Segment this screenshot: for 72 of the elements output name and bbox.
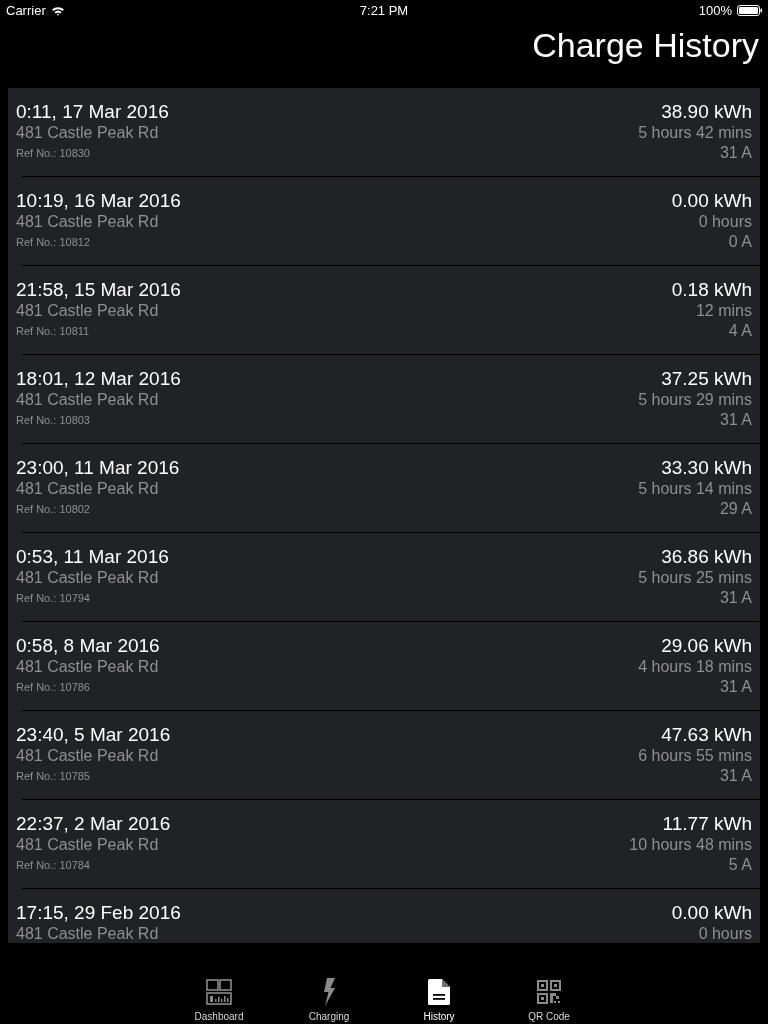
address-text: 481 Castle Peak Rd	[16, 835, 160, 855]
clock-time: 7:21 PM	[359, 2, 409, 18]
duration-text: 5 hours 42 mins	[638, 123, 752, 143]
date-time-text: 22:37, 2 Mar 2016	[16, 812, 171, 835]
energy-text: 0.18 kWh	[671, 278, 752, 301]
current-text: 31 A	[719, 143, 752, 163]
battery-icon	[737, 4, 762, 16]
energy-text: 47.63 kWh	[661, 723, 752, 746]
date-time-text: 0:58, 8 Mar 2016	[16, 634, 160, 657]
reference-number: Ref No.: 10785	[16, 769, 91, 784]
address-text: 481 Castle Peak Rd	[16, 924, 160, 943]
reference-number: Ref No.: 10794	[16, 591, 91, 606]
duration-text: 4 hours 18 mins	[638, 657, 752, 677]
tab-button[interactable]: QR Code	[494, 975, 604, 1024]
duration-text: 0 hours	[698, 212, 752, 232]
carrier-name: Carrier	[6, 2, 46, 18]
date-time-text: 23:00, 11 Mar 2016	[16, 456, 180, 479]
reference-number: Ref No.: 10786	[16, 680, 91, 695]
date-time-text: 17:15, 29 Feb 2016	[16, 901, 181, 924]
address-text: 481 Castle Peak Rd	[16, 657, 160, 677]
tab-button[interactable]: Charging	[274, 975, 384, 1024]
lightning-bolt-icon	[321, 978, 337, 1006]
reference-number: Ref No.: 10802	[16, 502, 91, 517]
energy-text: 37.25 kWh	[661, 367, 752, 390]
address-text: 481 Castle Peak Rd	[16, 568, 160, 588]
energy-text: 29.06 kWh	[661, 634, 752, 657]
current-text: 0 A	[728, 232, 752, 252]
qr-code-icon	[537, 980, 561, 1004]
duration-text: 0 hours	[698, 924, 752, 943]
reference-number: Ref No.: 10784	[16, 858, 91, 873]
address-text: 481 Castle Peak Rd	[16, 212, 160, 232]
tab-button[interactable]: Dashboard	[164, 975, 274, 1024]
wifi-icon	[50, 4, 65, 16]
duration-text: 6 hours 55 mins	[638, 746, 752, 766]
address-text: 481 Castle Peak Rd	[16, 479, 160, 499]
current-text: 29 A	[719, 499, 752, 519]
address-text: 481 Castle Peak Rd	[16, 301, 160, 321]
duration-text: 5 hours 25 mins	[638, 568, 752, 588]
date-time-text: 21:58, 15 Mar 2016	[16, 278, 181, 301]
energy-text: 0.00 kWh	[671, 901, 752, 924]
date-time-text: 18:01, 12 Mar 2016	[16, 367, 181, 390]
energy-text: 0.00 kWh	[671, 189, 752, 212]
reference-number: Ref No.: 10811	[16, 324, 91, 339]
document-icon	[428, 979, 450, 1005]
duration-text: 5 hours 14 mins	[638, 479, 752, 499]
page-title: Charge History	[532, 25, 759, 66]
date-time-text: 23:40, 5 Mar 2016	[16, 723, 171, 746]
date-time-text: 0:53, 11 Mar 2016	[16, 545, 169, 568]
current-text: 4 A	[728, 321, 752, 341]
energy-text: 38.90 kWh	[661, 100, 752, 123]
energy-text: 36.86 kWh	[661, 545, 752, 568]
address-text: 481 Castle Peak Rd	[16, 746, 160, 766]
address-text: 481 Castle Peak Rd	[16, 123, 160, 143]
date-time-text: 10:19, 16 Mar 2016	[16, 189, 181, 212]
energy-text: 33.30 kWh	[661, 456, 752, 479]
current-text: 31 A	[719, 677, 752, 697]
reference-number: Ref No.: 10812	[16, 235, 91, 250]
dashboard-icon	[206, 979, 232, 1005]
battery-percentage: 100%	[698, 2, 732, 18]
current-text: 31 A	[719, 766, 752, 786]
reference-number: Ref No.: 10830	[16, 146, 91, 161]
address-text: 481 Castle Peak Rd	[16, 390, 160, 410]
date-time-text: 0:11, 17 Mar 2016	[16, 100, 169, 123]
current-text: 31 A	[719, 588, 752, 608]
duration-text: 10 hours 48 mins	[629, 835, 752, 855]
current-text: 31 A	[719, 410, 752, 430]
duration-text: 12 mins	[695, 301, 752, 321]
tab-button[interactable]: History	[384, 975, 494, 1024]
reference-number: Ref No.: 10803	[16, 413, 91, 428]
current-text: 5 A	[728, 855, 752, 875]
energy-text: 11.77 kWh	[662, 812, 752, 835]
duration-text: 5 hours 29 mins	[638, 390, 752, 410]
